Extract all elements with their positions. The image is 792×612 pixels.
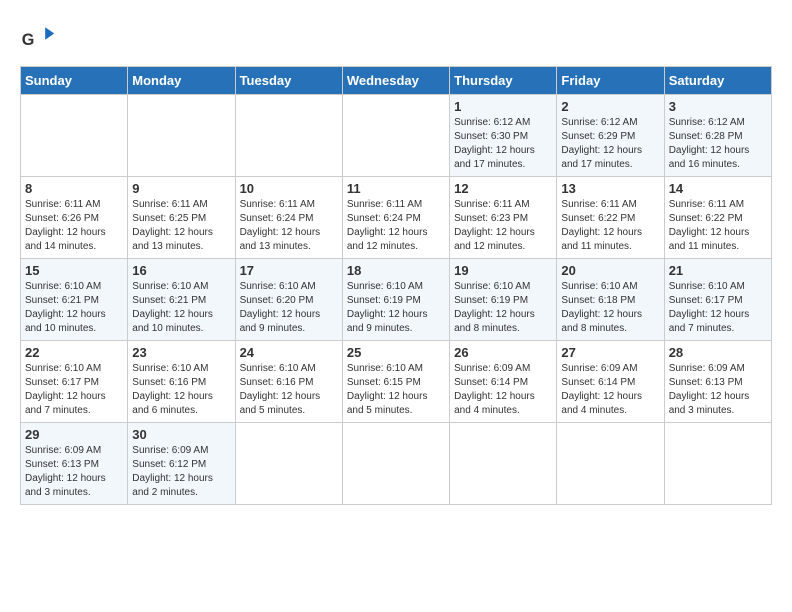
calendar-cell [235,423,342,505]
calendar-cell: 8 Sunrise: 6:11 AMSunset: 6:26 PMDayligh… [21,177,128,259]
calendar-cell: 19 Sunrise: 6:10 AMSunset: 6:19 PMDaylig… [450,259,557,341]
calendar-cell: 13 Sunrise: 6:11 AMSunset: 6:22 PMDaylig… [557,177,664,259]
day-number: 10 [240,181,338,196]
cell-info: Sunrise: 6:10 AMSunset: 6:19 PMDaylight:… [347,281,428,334]
day-number: 24 [240,345,338,360]
cell-info: Sunrise: 6:09 AMSunset: 6:14 PMDaylight:… [561,363,642,416]
day-number: 18 [347,263,445,278]
day-header-wednesday: Wednesday [342,67,449,95]
cell-info: Sunrise: 6:11 AMSunset: 6:24 PMDaylight:… [240,199,321,252]
calendar-cell: 10 Sunrise: 6:11 AMSunset: 6:24 PMDaylig… [235,177,342,259]
calendar-cell: 29 Sunrise: 6:09 AMSunset: 6:13 PMDaylig… [21,423,128,505]
cell-info: Sunrise: 6:09 AMSunset: 6:13 PMDaylight:… [25,445,106,498]
calendar-cell: 2 Sunrise: 6:12 AMSunset: 6:29 PMDayligh… [557,95,664,177]
cell-info: Sunrise: 6:10 AMSunset: 6:16 PMDaylight:… [132,363,213,416]
day-number: 25 [347,345,445,360]
day-number: 23 [132,345,230,360]
day-number: 15 [25,263,123,278]
day-number: 16 [132,263,230,278]
day-number: 30 [132,427,230,442]
day-number: 20 [561,263,659,278]
calendar-cell: 30 Sunrise: 6:09 AMSunset: 6:12 PMDaylig… [128,423,235,505]
day-number: 26 [454,345,552,360]
day-number: 27 [561,345,659,360]
day-header-monday: Monday [128,67,235,95]
day-number: 9 [132,181,230,196]
calendar-cell: 25 Sunrise: 6:10 AMSunset: 6:15 PMDaylig… [342,341,449,423]
calendar-cell: 26 Sunrise: 6:09 AMSunset: 6:14 PMDaylig… [450,341,557,423]
cell-info: Sunrise: 6:10 AMSunset: 6:17 PMDaylight:… [25,363,106,416]
calendar-cell: 14 Sunrise: 6:11 AMSunset: 6:22 PMDaylig… [664,177,771,259]
cell-info: Sunrise: 6:09 AMSunset: 6:13 PMDaylight:… [669,363,750,416]
calendar-cell: 28 Sunrise: 6:09 AMSunset: 6:13 PMDaylig… [664,341,771,423]
day-number: 28 [669,345,767,360]
day-number: 13 [561,181,659,196]
calendar-cell [21,95,128,177]
cell-info: Sunrise: 6:10 AMSunset: 6:18 PMDaylight:… [561,281,642,334]
calendar-cell: 21 Sunrise: 6:10 AMSunset: 6:17 PMDaylig… [664,259,771,341]
calendar-cell [128,95,235,177]
calendar-cell: 15 Sunrise: 6:10 AMSunset: 6:21 PMDaylig… [21,259,128,341]
cell-info: Sunrise: 6:10 AMSunset: 6:21 PMDaylight:… [25,281,106,334]
calendar-cell: 27 Sunrise: 6:09 AMSunset: 6:14 PMDaylig… [557,341,664,423]
calendar-cell [342,423,449,505]
day-number: 11 [347,181,445,196]
cell-info: Sunrise: 6:09 AMSunset: 6:14 PMDaylight:… [454,363,535,416]
svg-text:G: G [22,31,35,49]
logo: G [20,20,60,56]
day-number: 8 [25,181,123,196]
calendar-cell: 3 Sunrise: 6:12 AMSunset: 6:28 PMDayligh… [664,95,771,177]
day-header-friday: Friday [557,67,664,95]
day-number: 2 [561,99,659,114]
day-number: 19 [454,263,552,278]
cell-info: Sunrise: 6:11 AMSunset: 6:22 PMDaylight:… [669,199,750,252]
day-number: 29 [25,427,123,442]
cell-info: Sunrise: 6:11 AMSunset: 6:26 PMDaylight:… [25,199,106,252]
cell-info: Sunrise: 6:10 AMSunset: 6:19 PMDaylight:… [454,281,535,334]
cell-info: Sunrise: 6:11 AMSunset: 6:23 PMDaylight:… [454,199,535,252]
cell-info: Sunrise: 6:10 AMSunset: 6:16 PMDaylight:… [240,363,321,416]
calendar-cell: 17 Sunrise: 6:10 AMSunset: 6:20 PMDaylig… [235,259,342,341]
page-header: G [20,20,772,56]
calendar-cell: 24 Sunrise: 6:10 AMSunset: 6:16 PMDaylig… [235,341,342,423]
cell-info: Sunrise: 6:10 AMSunset: 6:15 PMDaylight:… [347,363,428,416]
cell-info: Sunrise: 6:11 AMSunset: 6:24 PMDaylight:… [347,199,428,252]
cell-info: Sunrise: 6:09 AMSunset: 6:12 PMDaylight:… [132,445,213,498]
day-number: 17 [240,263,338,278]
cell-info: Sunrise: 6:10 AMSunset: 6:20 PMDaylight:… [240,281,321,334]
day-header-thursday: Thursday [450,67,557,95]
cell-info: Sunrise: 6:12 AMSunset: 6:29 PMDaylight:… [561,117,642,170]
cell-info: Sunrise: 6:10 AMSunset: 6:17 PMDaylight:… [669,281,750,334]
day-number: 14 [669,181,767,196]
calendar-cell: 18 Sunrise: 6:10 AMSunset: 6:19 PMDaylig… [342,259,449,341]
calendar-cell [450,423,557,505]
cell-info: Sunrise: 6:10 AMSunset: 6:21 PMDaylight:… [132,281,213,334]
day-header-sunday: Sunday [21,67,128,95]
day-number: 3 [669,99,767,114]
calendar-cell: 16 Sunrise: 6:10 AMSunset: 6:21 PMDaylig… [128,259,235,341]
calendar-cell: 20 Sunrise: 6:10 AMSunset: 6:18 PMDaylig… [557,259,664,341]
calendar-cell: 23 Sunrise: 6:10 AMSunset: 6:16 PMDaylig… [128,341,235,423]
calendar-cell: 1 Sunrise: 6:12 AMSunset: 6:30 PMDayligh… [450,95,557,177]
day-header-saturday: Saturday [664,67,771,95]
day-number: 12 [454,181,552,196]
day-number: 21 [669,263,767,278]
day-number: 1 [454,99,552,114]
cell-info: Sunrise: 6:12 AMSunset: 6:30 PMDaylight:… [454,117,535,170]
calendar-cell [557,423,664,505]
calendar-cell [342,95,449,177]
calendar-cell: 9 Sunrise: 6:11 AMSunset: 6:25 PMDayligh… [128,177,235,259]
calendar-cell: 11 Sunrise: 6:11 AMSunset: 6:24 PMDaylig… [342,177,449,259]
calendar-cell [235,95,342,177]
calendar-table: SundayMondayTuesdayWednesdayThursdayFrid… [20,66,772,505]
calendar-cell [664,423,771,505]
day-header-tuesday: Tuesday [235,67,342,95]
cell-info: Sunrise: 6:11 AMSunset: 6:22 PMDaylight:… [561,199,642,252]
day-number: 22 [25,345,123,360]
calendar-cell: 22 Sunrise: 6:10 AMSunset: 6:17 PMDaylig… [21,341,128,423]
calendar-cell: 12 Sunrise: 6:11 AMSunset: 6:23 PMDaylig… [450,177,557,259]
cell-info: Sunrise: 6:12 AMSunset: 6:28 PMDaylight:… [669,117,750,170]
cell-info: Sunrise: 6:11 AMSunset: 6:25 PMDaylight:… [132,199,213,252]
